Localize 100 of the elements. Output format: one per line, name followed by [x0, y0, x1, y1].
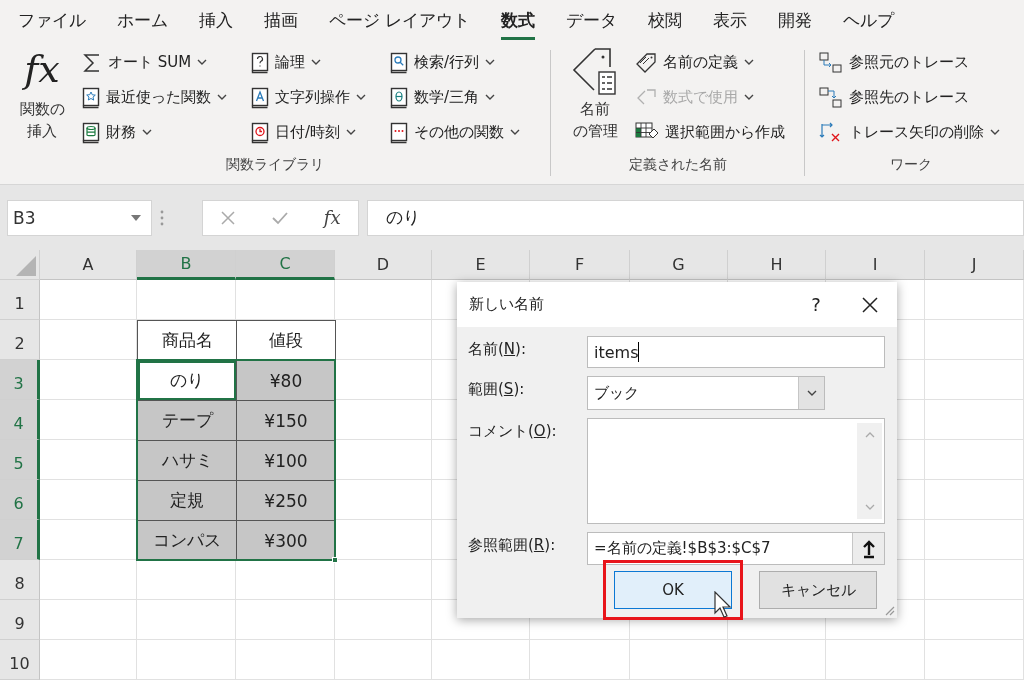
ribbon-command[interactable]: 参照元のトレース	[819, 46, 1000, 79]
row-header[interactable]: 7	[0, 520, 40, 560]
row-header[interactable]: 2	[0, 320, 40, 360]
ribbon-command[interactable]: 検索/行列	[390, 46, 520, 79]
ribbon-command[interactable]: 財務	[82, 116, 227, 149]
table-cell: ¥150	[236, 400, 336, 441]
scroll-down-icon	[864, 504, 875, 511]
dropdown-icon	[311, 59, 321, 66]
help-button[interactable]: ?	[789, 294, 843, 315]
dropdown-arrow-icon	[131, 214, 141, 221]
field-label: 名前(N):	[468, 339, 527, 360]
ribbon-command[interactable]: 最近使った関数	[82, 81, 227, 114]
ribbon-command[interactable]: 文字列操作	[251, 81, 366, 114]
column-header[interactable]: J	[925, 250, 1024, 280]
dropdown-icon	[197, 59, 208, 66]
fill-handle[interactable]	[332, 557, 338, 563]
comment-field[interactable]	[587, 418, 885, 524]
big-ribbon-button[interactable]: fx 関数の 挿入	[12, 46, 72, 156]
column-header[interactable]: B	[137, 250, 236, 280]
menu-tab[interactable]: ファイル	[18, 0, 86, 40]
tag-icon	[635, 52, 657, 73]
field-label: 範囲(S):	[468, 379, 526, 400]
ribbon-command[interactable]: トレース矢印の削除	[819, 116, 1000, 149]
column-header[interactable]: I	[826, 250, 925, 280]
grip-dots-icon	[160, 209, 164, 226]
table-cell: ハサミ	[137, 440, 237, 481]
clock-book-icon	[251, 121, 269, 144]
trace-precedents-icon	[819, 51, 843, 74]
chevron-down-icon	[806, 389, 817, 397]
up-arrow-icon	[861, 538, 876, 559]
ribbon-command[interactable]: その他の関数	[390, 116, 520, 149]
menu-tab[interactable]: 表示	[713, 0, 748, 40]
menu-tab[interactable]: 開発	[778, 0, 813, 40]
group-label: ワーク	[889, 156, 933, 174]
column-header[interactable]: F	[530, 250, 630, 280]
row-header[interactable]: 4	[0, 400, 40, 440]
cancel-icon[interactable]	[220, 209, 237, 226]
letter-book-icon	[251, 86, 269, 109]
row-header[interactable]: 6	[0, 480, 40, 520]
column-header[interactable]: E	[432, 250, 530, 280]
name-box[interactable]: B3	[7, 199, 152, 236]
big-ribbon-button[interactable]: 名前 の管理	[565, 46, 625, 156]
ribbon-command[interactable]: 数学/三角	[390, 81, 520, 114]
name-input-field[interactable]: items	[587, 336, 885, 368]
row-header[interactable]: 10	[0, 640, 40, 680]
insert-function-button[interactable]: fx	[323, 207, 341, 228]
star-book-icon	[82, 86, 100, 109]
menu-tab[interactable]: 描画	[264, 0, 298, 40]
theta-book-icon	[390, 86, 408, 109]
scroll-up-icon	[864, 431, 875, 438]
scope-dropdown[interactable]: ブック	[587, 376, 825, 410]
dropdown-icon	[485, 94, 496, 101]
collapse-button[interactable]	[852, 533, 884, 564]
formula-input[interactable]: のり	[367, 199, 1024, 236]
menu-tab[interactable]: ページ レイアウト	[329, 0, 471, 40]
table-cell: ¥100	[236, 440, 336, 481]
table-cell: 値段	[236, 320, 336, 361]
dropdown-icon	[744, 94, 754, 101]
table-cell: コンパス	[137, 520, 237, 561]
dropdown-icon	[510, 129, 520, 136]
field-label: コメント(O):	[468, 421, 558, 442]
dropdown-icon	[217, 94, 227, 101]
menu-tab[interactable]: 挿入	[199, 0, 233, 40]
ribbon-command[interactable]: 名前の定義	[635, 46, 785, 79]
ribbon-command[interactable]: 日付/時刻	[251, 116, 366, 149]
row-header[interactable]: 8	[0, 560, 40, 600]
select-all-corner[interactable]	[0, 250, 40, 280]
ribbon-command[interactable]: 論理	[251, 46, 366, 79]
close-icon	[862, 296, 878, 313]
group-label: 関数ライブラリ	[225, 156, 325, 174]
dots-book-icon	[390, 121, 408, 144]
ribbon-command[interactable]: 参照先のトレース	[819, 81, 1000, 114]
column-header[interactable]: D	[335, 250, 432, 280]
column-header[interactable]: C	[236, 250, 335, 280]
dropdown-icon	[346, 129, 357, 136]
scrollbar[interactable]	[857, 423, 882, 519]
dialog-button[interactable]: キャンセル	[759, 571, 877, 609]
ribbon-command[interactable]: オート SUM	[82, 46, 227, 79]
table-cell: ¥250	[236, 480, 336, 521]
dialog-title: 新しい名前	[469, 295, 545, 314]
column-header[interactable]: H	[728, 250, 826, 280]
table-cell: テープ	[137, 400, 237, 441]
menu-tab[interactable]: 校閲	[648, 0, 683, 40]
dropdown-icon	[744, 59, 754, 66]
field-label: 参照範囲(R):	[468, 535, 557, 556]
dialog-button[interactable]: OK	[614, 571, 732, 609]
menu-tab[interactable]: データ	[566, 0, 618, 40]
row-header[interactable]: 1	[0, 280, 40, 320]
group-label: 定義された名前	[627, 156, 728, 174]
menu-tab[interactable]: ホーム	[117, 0, 168, 40]
table-cell: 定規	[137, 480, 237, 521]
menu-tab[interactable]: ヘルプ	[843, 0, 895, 40]
row-header[interactable]: 3	[0, 360, 40, 400]
row-header[interactable]: 9	[0, 600, 40, 640]
sigma-icon	[82, 51, 102, 74]
ribbon-command[interactable]: 選択範囲から作成	[635, 116, 785, 149]
row-header[interactable]: 5	[0, 440, 40, 480]
reference-field[interactable]: =名前の定義!$B$3:$C$7	[587, 532, 885, 565]
column-header[interactable]: A	[40, 250, 137, 280]
column-header[interactable]: G	[630, 250, 728, 280]
